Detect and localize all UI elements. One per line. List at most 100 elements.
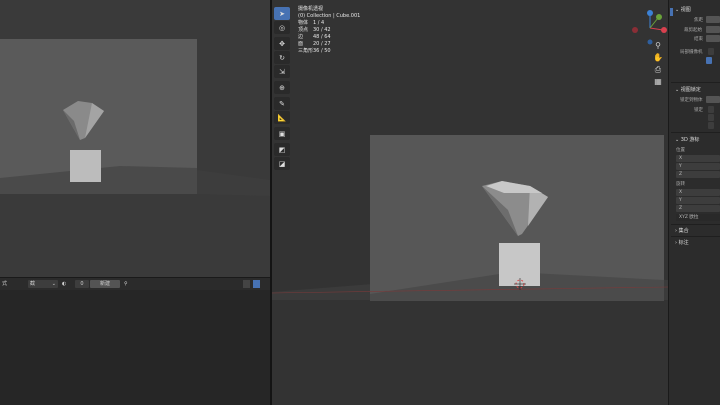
- new-button-label: 新建: [99, 281, 110, 287]
- extrude-tool[interactable]: ◩: [274, 143, 290, 156]
- lock-object-field[interactable]: [706, 96, 720, 103]
- local-camera-toggle[interactable]: [706, 57, 712, 64]
- mode-label: 式: [2, 281, 8, 287]
- axis-label: Y: [679, 164, 682, 169]
- view-dropdown-value: 截: [30, 281, 36, 287]
- rotation-mode-value: XYZ 欧拉: [679, 215, 699, 220]
- camera-icon[interactable]: ⎙: [653, 65, 663, 75]
- left-viewport[interactable]: [0, 0, 270, 277]
- stat-row: 顶点 30 / 42: [298, 27, 360, 34]
- view-dropdown[interactable]: 截 ⌄: [28, 280, 58, 288]
- clip-start-field[interactable]: [706, 26, 720, 33]
- stat-label: 面: [298, 41, 304, 47]
- add-cube-tool[interactable]: ▣: [274, 127, 290, 140]
- rotation-x-field[interactable]: X: [676, 189, 720, 196]
- move-tool[interactable]: ✥: [274, 37, 290, 50]
- inset-tool[interactable]: ◪: [274, 157, 290, 170]
- focal-length-label: 焦距: [694, 18, 703, 23]
- 3d-cursor-section-header[interactable]: ⌄ 3D 游标: [675, 136, 699, 143]
- view-section-header[interactable]: ⌄ 视图: [675, 6, 691, 13]
- lock-checkbox[interactable]: [708, 114, 714, 121]
- neg-z-axis-icon[interactable]: [647, 39, 653, 45]
- location-x-field[interactable]: X: [676, 155, 720, 162]
- select-box-tool[interactable]: ➤: [274, 7, 290, 20]
- y-axis-icon[interactable]: [656, 14, 662, 20]
- floor-plane-outer: [197, 170, 270, 196]
- slot-field[interactable]: 0: [75, 280, 89, 288]
- clip-end-field[interactable]: [706, 35, 720, 42]
- location-y-field[interactable]: Y: [676, 163, 720, 170]
- section-divider: [671, 224, 720, 225]
- navigation-gizmo[interactable]: [630, 8, 670, 48]
- pin-icon[interactable]: ⚲: [124, 280, 132, 288]
- neg-x-axis-icon[interactable]: [632, 27, 638, 33]
- axis-label: X: [679, 190, 683, 195]
- left-editor-area[interactable]: [0, 290, 270, 405]
- transform-tool[interactable]: ⊕: [274, 81, 290, 94]
- x-axis-icon[interactable]: [661, 27, 667, 33]
- measure-tool[interactable]: 📐: [274, 111, 290, 124]
- lock-checkbox[interactable]: [708, 122, 714, 129]
- stat-label: 物体: [298, 20, 309, 26]
- collections-label: 集合: [678, 228, 689, 234]
- add-cube-icon: ▣: [278, 129, 286, 138]
- inset-icon: ◪: [278, 159, 286, 168]
- overlay-toggle[interactable]: [243, 280, 250, 288]
- stat-row: 三角形36 / 50: [298, 48, 360, 55]
- rotation-z-field[interactable]: Z: [676, 205, 720, 212]
- view-title: 摄像机透视: [298, 6, 324, 12]
- pencil-icon: ✎: [279, 99, 285, 108]
- tool-shelf: ➤ ◎ ✥ ↻ ⇲ ⊕ ✎ 📐 ▣ ◩ ◪: [274, 5, 292, 171]
- cursor-header-label: 3D 游标: [680, 137, 700, 143]
- stat-label: 三角形: [298, 48, 314, 54]
- stat-label: 边: [298, 34, 304, 40]
- main-scene: [272, 181, 668, 301]
- annotations-label: 标注: [678, 240, 689, 246]
- location-label: 位置: [676, 148, 685, 153]
- scale-tool[interactable]: ⇲: [274, 65, 290, 78]
- z-axis-icon[interactable]: [647, 10, 653, 16]
- cursor-tool[interactable]: ◎: [274, 21, 290, 34]
- rotate-tool[interactable]: ↻: [274, 51, 290, 64]
- section-divider: [671, 132, 720, 133]
- main-viewport[interactable]: [272, 0, 668, 405]
- view-lock-section-header[interactable]: ⌄ 视图锁定: [675, 86, 701, 93]
- stat-value: 20 / 27: [313, 41, 331, 47]
- rotate-icon: ↻: [279, 53, 285, 62]
- pan-hand-icon[interactable]: ✋: [653, 53, 663, 63]
- cursor-arrow-icon: ➤: [279, 9, 285, 18]
- new-button[interactable]: 新建: [90, 280, 120, 288]
- local-camera-checkbox[interactable]: [708, 48, 714, 55]
- stat-value: 1 / 4: [313, 20, 325, 26]
- view-lock-label: 视图锁定: [680, 87, 701, 93]
- local-camera-label: 局部摄像机: [680, 50, 703, 55]
- rotation-y-field[interactable]: Y: [676, 197, 720, 204]
- stat-value: 30 / 42: [313, 27, 331, 33]
- shading-icon[interactable]: ◐: [62, 280, 74, 288]
- location-z-field[interactable]: Z: [676, 171, 720, 178]
- stat-value: 48 / 64: [313, 34, 331, 40]
- collections-section-header[interactable]: › 集合: [675, 227, 689, 234]
- rotation-mode-dropdown[interactable]: XYZ 欧拉: [676, 214, 720, 221]
- axis-label: Z: [679, 206, 683, 211]
- clip-end-label: 结束: [694, 37, 703, 42]
- zoom-icon[interactable]: ⚲: [653, 41, 663, 51]
- lock-checkbox[interactable]: [708, 106, 714, 113]
- focal-length-field[interactable]: [706, 16, 720, 23]
- annotate-tool[interactable]: ✎: [274, 97, 290, 110]
- transform-icon: ⊕: [279, 83, 285, 92]
- tab-view-indicator[interactable]: [670, 8, 673, 16]
- scale-icon: ⇲: [279, 67, 285, 76]
- annotations-section-header[interactable]: › 标注: [675, 239, 689, 246]
- move-icon: ✥: [279, 39, 285, 48]
- grid-icon[interactable]: ▦: [653, 77, 663, 87]
- stat-label: 顶点: [298, 27, 309, 33]
- slot-value: 0: [80, 281, 84, 287]
- stat-row: 边 48 / 64: [298, 34, 360, 41]
- rotation-label: 旋转: [676, 182, 685, 187]
- collection-label: (0) Collection | Cube.001: [298, 13, 361, 19]
- section-divider: [671, 82, 720, 83]
- axis-label: Z: [679, 172, 683, 177]
- stat-row: 物体 1 / 4: [298, 20, 360, 27]
- view-toggle[interactable]: [253, 280, 260, 288]
